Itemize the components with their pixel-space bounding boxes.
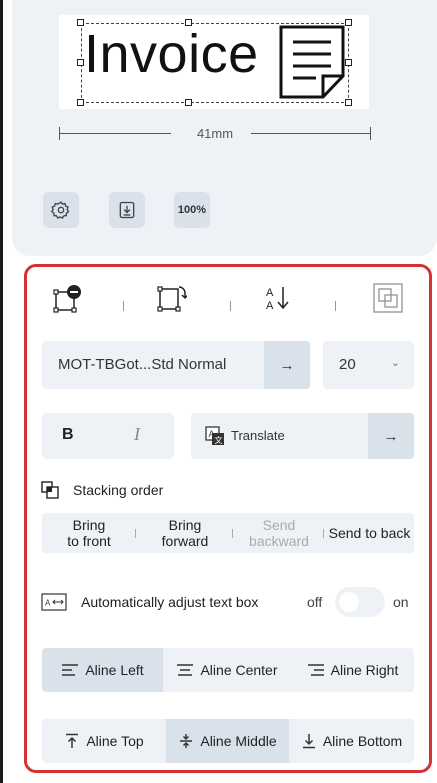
translate-arrow-button[interactable]: → <box>368 413 414 459</box>
auto-resize-icon: A <box>41 593 67 611</box>
rotate-icon[interactable] <box>157 283 187 313</box>
font-family-value: MOT-TBGot...Std Normal <box>58 356 227 373</box>
svg-text:A: A <box>45 599 51 608</box>
text-properties-panel: A A MOT-TBGot...Std Normal → 20 ⌄ B I A … <box>24 264 432 773</box>
download-icon <box>119 201 135 219</box>
width-ruler: 41mm <box>59 124 371 144</box>
translate-icon: A 文 <box>205 426 224 445</box>
chevron-down-icon: ⌄ <box>390 357 400 369</box>
resize-handle-ml[interactable] <box>77 59 84 66</box>
auto-adjust-label: Automatically adjust text box <box>81 594 259 610</box>
bold-button[interactable]: B <box>62 426 74 444</box>
vertical-align-bar: Aline Top Aline Middle Aline Bottom <box>42 719 414 763</box>
font-family-arrow-button[interactable]: → <box>264 341 310 389</box>
toggle-on-label: on <box>393 594 409 610</box>
translate-button[interactable]: A 文 Translate → <box>191 413 414 459</box>
align-middle-button[interactable]: Aline Middle <box>166 719 289 763</box>
italic-button[interactable]: I <box>134 424 140 445</box>
arrow-right-icon: → <box>383 427 399 445</box>
resize-handle-tl[interactable] <box>77 19 84 26</box>
stacking-order-bar: Bring to front Bring forward Send backward … <box>42 513 414 553</box>
align-right-icon <box>307 664 324 676</box>
layers-icon <box>41 481 59 499</box>
gear-icon <box>51 201 70 219</box>
resize-handle-br[interactable] <box>345 99 352 106</box>
delete-element-icon[interactable] <box>53 283 83 313</box>
align-left-button[interactable]: Aline Left <box>42 648 163 692</box>
translate-label: Translate <box>231 428 285 443</box>
toggle-off-label: off <box>307 594 323 610</box>
align-right-button[interactable]: Aline Right <box>291 648 414 692</box>
auto-adjust-row: A Automatically adjust text box off on <box>41 585 417 619</box>
zoom-button[interactable]: 100% <box>174 192 210 228</box>
send-backward-button[interactable]: Send backward <box>236 513 322 553</box>
svg-text:文: 文 <box>215 435 223 445</box>
stacking-order-header: Stacking order <box>41 481 341 501</box>
align-top-button[interactable]: Aline Top <box>42 719 166 763</box>
align-bottom-button[interactable]: Aline Bottom <box>289 719 414 763</box>
bring-to-front-button[interactable]: Bring to front <box>46 513 132 553</box>
resize-handle-tr[interactable] <box>345 19 352 26</box>
auto-adjust-toggle[interactable] <box>335 587 385 617</box>
stacking-order-title: Stacking order <box>73 482 164 498</box>
align-center-icon <box>177 664 194 676</box>
align-left-icon <box>62 664 79 676</box>
align-top-icon <box>66 733 79 748</box>
toggle-knob <box>339 592 359 612</box>
resize-handle-bl[interactable] <box>77 99 84 106</box>
settings-button[interactable] <box>43 192 79 228</box>
duplicate-icon[interactable] <box>373 283 403 313</box>
export-button[interactable] <box>109 192 145 228</box>
label-canvas[interactable]: Invoice <box>59 15 369 109</box>
label-preview-card: Invoice 41mm 100% <box>12 0 437 256</box>
align-center-button[interactable]: Aline Center <box>163 648 291 692</box>
svg-text:A: A <box>266 287 274 299</box>
font-size-value: 20 <box>339 356 356 373</box>
font-family-select[interactable]: MOT-TBGot...Std Normal → <box>42 341 310 389</box>
align-bottom-icon <box>302 734 315 749</box>
label-text[interactable]: Invoice <box>84 27 259 81</box>
left-divider <box>0 0 3 783</box>
bring-forward-button[interactable]: Bring forward <box>142 513 228 553</box>
document-icon <box>279 25 345 99</box>
resize-handle-mr[interactable] <box>345 59 352 66</box>
text-direction-icon[interactable]: A A <box>263 283 293 313</box>
element-tools-row: A A <box>27 279 429 319</box>
align-middle-icon <box>180 734 193 748</box>
arrow-right-icon: → <box>279 356 295 374</box>
send-to-back-button[interactable]: Send to back <box>325 513 414 553</box>
horizontal-align-bar: Aline Left Aline Center Aline Right <box>42 648 414 692</box>
svg-text:A: A <box>266 300 274 312</box>
resize-handle-bm[interactable] <box>185 99 192 106</box>
text-style-group: B I <box>42 413 174 459</box>
font-size-select[interactable]: 20 ⌄ <box>323 341 414 389</box>
